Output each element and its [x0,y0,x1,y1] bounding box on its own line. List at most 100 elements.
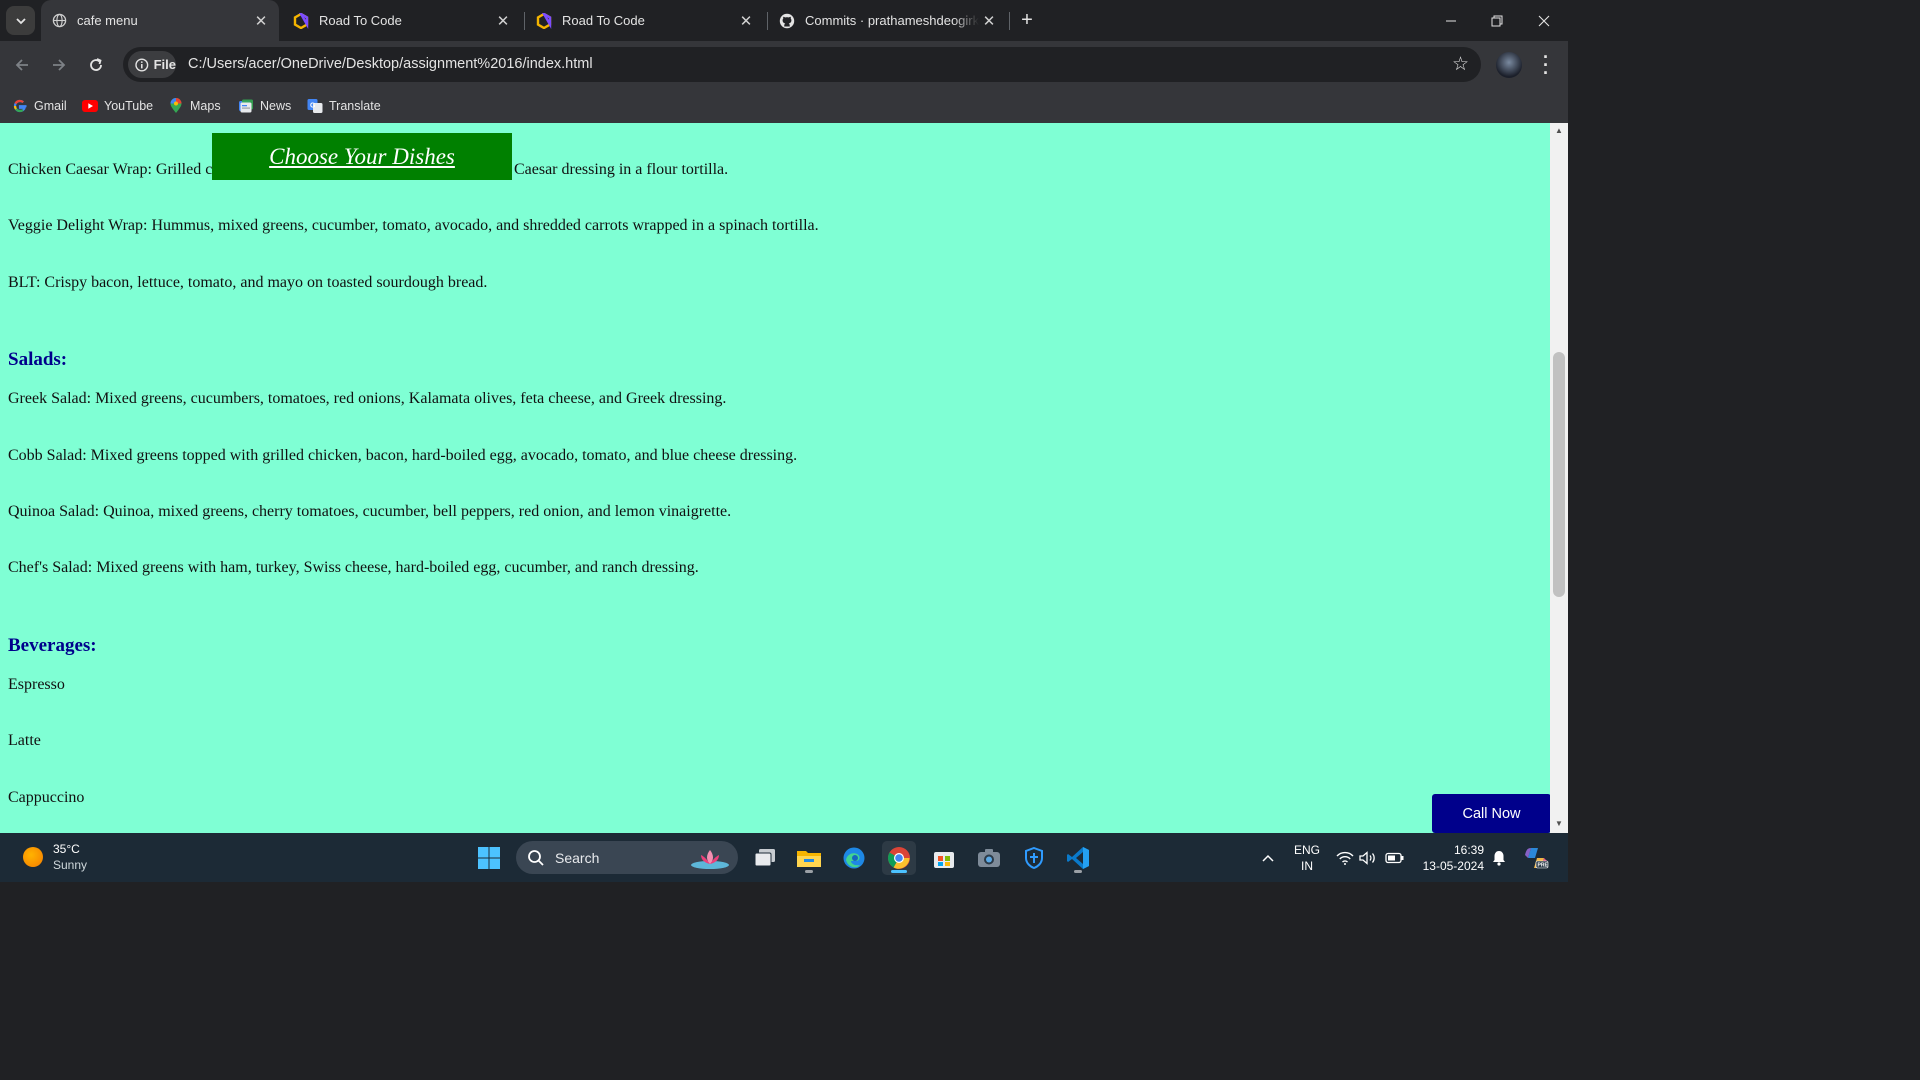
reload-button[interactable] [82,51,110,79]
notification-bell-icon[interactable] [1488,833,1510,882]
windows-start-icon[interactable] [472,841,506,875]
choose-your-dishes-link[interactable]: Choose Your Dishes [269,144,455,170]
close-icon[interactable]: ✕ [493,11,513,31]
url-text[interactable]: C:/Users/acer/OneDrive/Desktop/assignmen… [188,56,593,72]
tab-title: Commits · prathameshdeogirkar [805,13,979,28]
show-hidden-icons-chevron-icon[interactable] [1258,833,1278,882]
minimize-icon [1446,20,1456,21]
tab-road-to-code-2[interactable]: Road To Code ✕ [526,0,764,41]
scroll-down-arrow-icon[interactable]: ▼ [1554,819,1564,828]
tab-github-commits[interactable]: Commits · prathameshdeogirkar ✕ [769,0,1007,41]
menu-item-greek-salad: Greek Salad: Mixed greens, cucumbers, to… [8,390,727,407]
bookmark-label: YouTube [104,99,154,113]
back-button[interactable] [8,51,36,79]
bookmark-star-icon[interactable]: ☆ [1452,53,1469,76]
browser-menu-icon[interactable]: · · · [1538,48,1554,82]
arrow-right-icon [53,59,66,71]
search-icon [528,849,544,866]
bookmarks-bar: Gmail YouTube Maps News G Translate [0,89,1568,123]
google-icon [12,98,28,114]
arrow-left-icon [15,59,28,71]
wifi-icon[interactable] [1335,833,1355,882]
vscode-icon[interactable] [1061,841,1095,875]
system-clock[interactable]: 16:39 13-05-2024 [1418,842,1484,874]
menu-item-latte: Latte [8,732,41,749]
bookmark-gmail[interactable]: Gmail [12,95,67,117]
svg-text:G: G [310,103,316,110]
tab-title: Road To Code [319,13,402,28]
bookmark-news[interactable]: News [238,95,291,117]
weather-description[interactable]: Sunny [53,858,87,872]
tab-separator [524,12,525,30]
region-code: IN [1301,859,1313,873]
taskbar-search-box[interactable]: Search [516,841,738,874]
plus-icon: + [1021,8,1033,31]
address-bar[interactable]: File C:/Users/acer/OneDrive/Desktop/assi… [123,47,1481,82]
menu-item-quinoa-salad: Quinoa Salad: Quinoa, mixed greens, cher… [8,503,732,520]
bookmark-youtube[interactable]: YouTube [82,95,153,117]
profile-avatar[interactable] [1496,52,1522,78]
choose-your-dishes-banner[interactable]: Choose Your Dishes [212,133,512,180]
chevron-down-icon [15,17,26,24]
bookmark-maps[interactable]: Maps [168,95,221,117]
menu-item-cobb-salad: Cobb Salad: Mixed greens topped with gri… [8,447,798,464]
road-to-code-favicon-icon [293,12,309,29]
language-code: ENG [1294,843,1321,857]
github-icon [779,13,795,29]
close-window-button[interactable] [1521,0,1567,41]
road-to-code-favicon-icon [536,12,552,29]
minimize-button[interactable] [1428,0,1474,41]
active-indicator [891,870,907,873]
translate-icon: G [307,98,323,114]
reload-icon [90,58,102,71]
file-explorer-icon[interactable] [792,841,826,875]
tab-title: Road To Code [562,13,645,28]
clock-time: 16:39 [1453,843,1484,857]
salads-heading: Salads: [8,349,68,370]
close-icon[interactable]: ✕ [979,11,999,31]
youtube-icon [82,98,98,114]
volume-icon[interactable] [1358,833,1378,882]
edge-icon[interactable] [837,841,871,875]
scrollbar-thumb[interactable] [1553,352,1565,597]
chrome-icon[interactable] [882,841,916,875]
svg-text:PRE: PRE [1538,862,1549,868]
info-icon [135,57,149,72]
browser-toolbar: File C:/Users/acer/OneDrive/Desktop/assi… [0,41,1568,89]
tab-title: cafe menu [77,13,138,28]
restore-button[interactable] [1474,0,1520,41]
lotus-search-highlight-icon [688,846,732,870]
call-now-button[interactable]: Call Now [1432,794,1550,833]
tab-search-button[interactable] [6,6,35,35]
defender-icon[interactable] [1017,841,1051,875]
site-info-chip[interactable]: File [128,51,176,78]
page-viewport: Chicken Caesar Wrap: Grilled chicken, ro… [0,123,1550,833]
close-icon [1538,15,1550,26]
menu-item-espresso: Espresso [8,676,65,693]
browser-tab-strip: cafe menu ✕ Road To Code ✕ Road To Code … [0,0,1568,41]
globe-icon [51,13,67,29]
close-icon[interactable]: ✕ [736,11,756,31]
forward-button[interactable] [45,51,73,79]
task-view-icon[interactable] [748,841,782,875]
camera-icon[interactable] [972,841,1006,875]
new-tab-button[interactable]: + [1015,8,1039,32]
scroll-up-arrow-icon[interactable]: ▲ [1554,126,1564,135]
bookmark-translate[interactable]: G Translate [307,95,381,117]
bookmark-label: Maps [190,99,221,113]
clock-date: 13-05-2024 [1422,859,1484,873]
copilot-icon[interactable]: PRE [1520,833,1552,882]
beverages-heading: Beverages: [8,635,97,656]
page-scrollbar[interactable]: ▲ ▼ [1550,123,1568,833]
weather-temperature[interactable]: 35°C [53,842,80,856]
tab-cafe-menu[interactable]: cafe menu ✕ [41,0,279,41]
battery-icon[interactable] [1384,833,1406,882]
news-icon [238,98,254,114]
tab-road-to-code-1[interactable]: Road To Code ✕ [283,0,521,41]
close-icon[interactable]: ✕ [251,11,271,31]
microsoft-store-icon[interactable] [927,841,961,875]
search-label: Search [555,849,600,866]
running-indicator [1074,870,1082,873]
input-language-indicator[interactable]: ENG IN [1294,842,1320,874]
sun-icon[interactable] [23,847,43,867]
